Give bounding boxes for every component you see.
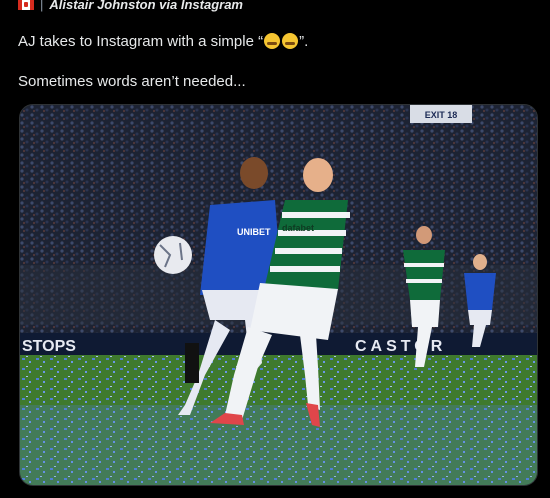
ad-board-right-text: CASTOR — [355, 338, 446, 355]
tweet-text-after: ”. — [299, 33, 309, 50]
tweet-text-line-1: AJ takes to Instagram with a simple “ ”. — [18, 33, 308, 50]
football-match-photo: EXIT 18 STOPS CASTOR UNIBET dafabet — [20, 105, 537, 485]
thinking-face-emoji-icon — [282, 33, 299, 49]
zipper-mouth-face-emoji-icon — [264, 33, 281, 49]
ad-board-left-text: STOPS — [22, 338, 76, 355]
tweet-text-before: AJ takes to Instagram with a simple “ — [18, 33, 264, 50]
tweet-text-line-2: Sometimes words aren’t needed... — [18, 73, 246, 90]
rangers-sponsor-text: UNIBET — [237, 227, 271, 237]
tweet-media-photo[interactable]: EXIT 18 STOPS CASTOR UNIBET dafabet — [19, 104, 538, 486]
source-label: Alistair Johnston via Instagram — [49, 0, 243, 12]
canada-flag-icon — [18, 0, 34, 10]
separator: | — [40, 0, 44, 12]
celtic-sponsor-text: dafabet — [282, 223, 314, 233]
source-attribution: | Alistair Johnston via Instagram — [18, 0, 243, 14]
football — [154, 236, 192, 274]
exit-sign-text: EXIT 18 — [425, 110, 458, 120]
